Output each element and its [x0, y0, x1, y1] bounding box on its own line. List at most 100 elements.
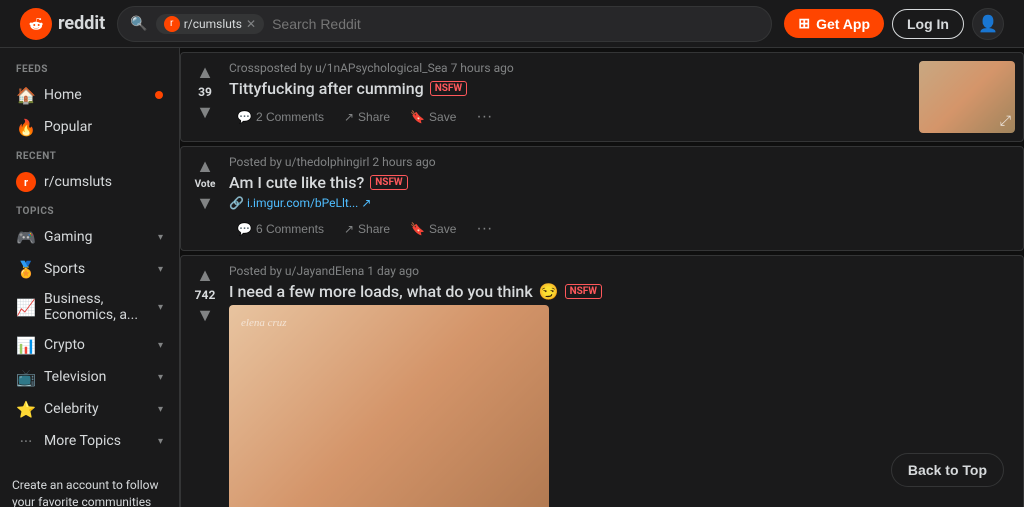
post-meta: Posted by u/thedolphingirl 2 hours ago	[229, 155, 1015, 169]
post-title[interactable]: Am I cute like this? nsfw	[229, 173, 1015, 192]
search-tag-close-icon[interactable]: ✕	[246, 17, 256, 31]
login-button[interactable]: Log In	[892, 9, 964, 39]
logo-area[interactable]: reddit	[20, 8, 105, 40]
post-title-text: Tittyfucking after cumming	[229, 79, 424, 98]
post-author: u/1nAPsychological_Sea	[315, 61, 447, 75]
sidebar-item-rcumsluts[interactable]: r r/cumsluts	[0, 166, 179, 198]
sidebar-more-label: More Topics	[44, 433, 150, 449]
share-icon: ↗	[344, 110, 354, 124]
save-icon: 🔖	[410, 110, 425, 124]
post-thumbnail[interactable]: ⤢	[919, 61, 1015, 133]
upvote-button[interactable]: ▲	[194, 155, 216, 177]
join-section: Create an account to follow your favorit…	[0, 465, 179, 507]
downvote-button[interactable]: ▼	[194, 304, 216, 326]
vote-count: 742	[195, 288, 216, 302]
sidebar-item-celebrity[interactable]: ⭐ Celebrity ▾	[0, 393, 179, 425]
save-button[interactable]: 🔖 Save	[402, 218, 464, 240]
comments-count: 6 Comments	[256, 222, 324, 236]
gaming-icon: 🎮	[16, 227, 36, 247]
logo-text: reddit	[58, 13, 105, 34]
content-area: ▲ 39 ▼ Crossposted by u/1nAPsychological…	[180, 48, 1024, 507]
reddit-logo-icon	[20, 8, 52, 40]
downvote-button[interactable]: ▼	[194, 192, 216, 214]
user-menu-icon[interactable]: 👤	[972, 8, 1004, 40]
nsfw-badge: nsfw	[565, 284, 602, 299]
save-button[interactable]: 🔖 Save	[402, 106, 464, 128]
vote-column: ▲ Vote ▼	[189, 155, 221, 242]
business-icon: 📈	[16, 297, 36, 317]
post-title-text: Am I cute like this?	[229, 173, 364, 192]
feeds-label: FEEDS	[0, 56, 179, 79]
crypto-icon: 📊	[16, 335, 36, 355]
post-title[interactable]: Tittyfucking after cumming nsfw	[229, 79, 911, 98]
sidebar-television-label: Television	[44, 369, 150, 385]
search-input[interactable]	[272, 16, 759, 32]
sidebar: FEEDS 🏠 Home 🔥 Popular RECENT r r/cumslu…	[0, 48, 180, 507]
notification-dot	[155, 91, 163, 99]
vote-count: Vote	[195, 179, 216, 190]
search-tag-avatar: r	[164, 16, 180, 32]
post-prefix: Posted by	[229, 264, 282, 278]
more-button[interactable]: ···	[468, 216, 500, 242]
television-icon: 📺	[16, 367, 36, 387]
share-button[interactable]: ↗ Share	[336, 218, 398, 240]
comments-button[interactable]: 💬 2 Comments	[229, 106, 332, 128]
post-time: 1 day ago	[367, 264, 419, 278]
home-icon: 🏠	[16, 85, 36, 105]
topics-label: TOPICS	[0, 198, 179, 221]
sidebar-home-label: Home	[44, 87, 147, 103]
external-link-icon: ↗	[361, 196, 371, 210]
chevron-down-icon: ▾	[158, 264, 163, 275]
sidebar-item-television[interactable]: 📺 Television ▾	[0, 361, 179, 393]
post-actions: 💬 6 Comments ↗ Share 🔖 Save ···	[229, 216, 1015, 242]
crosspost-label: Crossposted by	[229, 61, 312, 75]
chevron-down-icon: ▾	[158, 372, 163, 383]
sidebar-rcumsluts-label: r/cumsluts	[44, 174, 163, 190]
post-meta: Posted by u/JayandElena 1 day ago	[229, 264, 1015, 278]
qr-icon: ⊞	[798, 15, 810, 32]
sidebar-popular-label: Popular	[44, 119, 163, 135]
post-body: Crossposted by u/1nAPsychological_Sea 7 …	[229, 61, 911, 133]
comments-icon: 💬	[237, 222, 252, 236]
post-link[interactable]: 🔗 i.imgur.com/bPeLlt... ↗	[229, 196, 1015, 210]
subreddit-icon: r	[16, 172, 36, 192]
upvote-button[interactable]: ▲	[194, 61, 216, 83]
table-row: ▲ 39 ▼ Crossposted by u/1nAPsychological…	[180, 52, 1024, 142]
chevron-down-icon: ▾	[158, 232, 163, 243]
more-icon: ···	[16, 431, 36, 451]
share-button[interactable]: ↗ Share	[336, 106, 398, 128]
chevron-down-icon: ▾	[158, 340, 163, 351]
post-time: 2 hours ago	[372, 155, 435, 169]
downvote-button[interactable]: ▼	[194, 101, 216, 123]
sidebar-crypto-label: Crypto	[44, 337, 150, 353]
search-tag[interactable]: r r/cumsluts ✕	[156, 14, 264, 34]
post-author: u/JayandElena	[285, 264, 364, 278]
vote-count: 39	[198, 85, 212, 99]
sports-icon: 🏅	[16, 259, 36, 279]
sidebar-item-more-topics[interactable]: ··· More Topics ▾	[0, 425, 179, 457]
get-app-button[interactable]: ⊞ Get App	[784, 9, 884, 38]
post-title-text: I need a few more loads, what do you thi…	[229, 282, 533, 301]
sidebar-item-gaming[interactable]: 🎮 Gaming ▾	[0, 221, 179, 253]
emoji: 😏	[539, 282, 559, 301]
recent-label: RECENT	[0, 143, 179, 166]
sidebar-item-crypto[interactable]: 📊 Crypto ▾	[0, 329, 179, 361]
search-tag-label: r/cumsluts	[184, 17, 242, 31]
upvote-button[interactable]: ▲	[194, 264, 216, 286]
sidebar-item-sports[interactable]: 🏅 Sports ▾	[0, 253, 179, 285]
back-to-top-button[interactable]: Back to Top	[891, 453, 1004, 487]
post-title[interactable]: I need a few more loads, what do you thi…	[229, 282, 1015, 301]
vote-column: ▲ 39 ▼	[189, 61, 221, 133]
post-actions: 💬 2 Comments ↗ Share 🔖 Save ···	[229, 104, 911, 130]
post-image[interactable]: elena cruz	[229, 305, 549, 507]
search-icon: 🔍	[130, 16, 147, 32]
comments-button[interactable]: 💬 6 Comments	[229, 218, 332, 240]
sidebar-item-business[interactable]: 📈 Business, Economics, a... ▾	[0, 285, 179, 329]
save-icon: 🔖	[410, 222, 425, 236]
sidebar-item-popular[interactable]: 🔥 Popular	[0, 111, 179, 143]
more-button[interactable]: ···	[468, 104, 500, 130]
post-body: Posted by u/thedolphingirl 2 hours ago A…	[229, 155, 1015, 242]
sidebar-business-label: Business, Economics, a...	[44, 291, 150, 323]
sidebar-gaming-label: Gaming	[44, 229, 150, 245]
sidebar-item-home[interactable]: 🏠 Home	[0, 79, 179, 111]
